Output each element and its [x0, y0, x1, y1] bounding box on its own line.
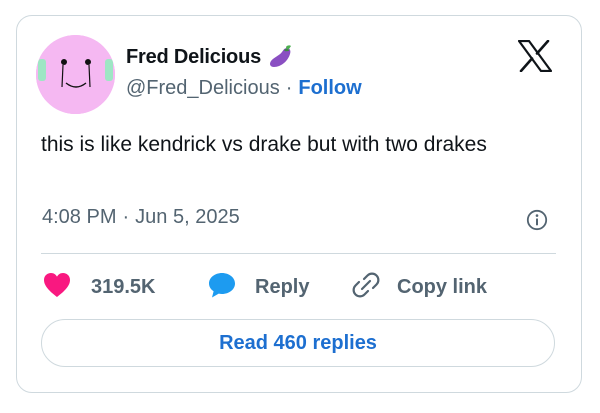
eggplant-icon	[267, 44, 293, 70]
heart-icon	[42, 271, 72, 304]
follow-button[interactable]: Follow	[298, 77, 361, 100]
reply-button[interactable]: Reply	[207, 271, 309, 303]
author-display-name[interactable]: Fred Delicious	[126, 46, 261, 69]
info-icon[interactable]	[526, 209, 548, 231]
tweet-date: Jun 5, 2025	[135, 206, 240, 228]
link-icon	[351, 270, 381, 305]
like-count: 319.5K	[91, 275, 156, 298]
copy-link-button[interactable]: Copy link	[351, 271, 487, 303]
read-replies-button[interactable]: Read 460 replies	[41, 319, 555, 367]
author-name-row[interactable]: Fred Delicious	[126, 44, 293, 70]
tweet-timestamp[interactable]: 4:08 PM · Jun 5, 2025	[42, 206, 240, 229]
timestamp-separator: ·	[122, 206, 130, 228]
copy-link-label: Copy link	[397, 275, 488, 298]
avatar[interactable]	[36, 35, 115, 114]
like-button[interactable]: 319.5K	[42, 271, 156, 303]
speech-bubble-icon	[207, 270, 237, 305]
author-handle-row: @Fred_Delicious · Follow	[126, 77, 362, 100]
tweet-time: 4:08 PM	[42, 206, 117, 228]
x-logo-icon[interactable]	[517, 39, 553, 73]
read-replies-label: Read 460 replies	[219, 331, 377, 354]
author-handle[interactable]: @Fred_Delicious	[126, 77, 280, 100]
handle-separator: ·	[285, 77, 293, 99]
tweet-text: this is like kendrick vs drake but with …	[41, 133, 487, 156]
action-bar: 319.5K Reply Copy link	[42, 271, 562, 303]
reply-label: Reply	[255, 275, 310, 298]
divider	[41, 253, 556, 254]
